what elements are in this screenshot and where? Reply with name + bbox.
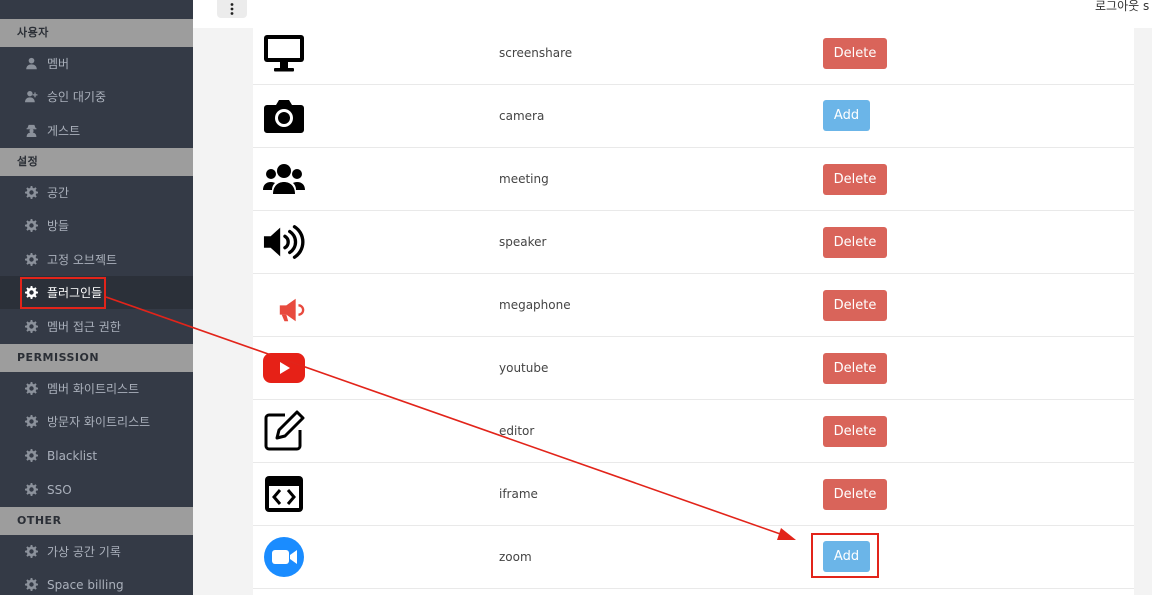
sidebar-item-sso[interactable]: SSO (0, 473, 193, 506)
section-header-permission: PERMISSION (0, 344, 193, 372)
plugin-name: zoom (499, 550, 532, 564)
table-row: speaker Delete (253, 211, 1134, 274)
table-row: iframe Delete (253, 463, 1134, 526)
user-plus-icon (25, 90, 38, 103)
table-row: zoom Add (253, 526, 1134, 589)
gear-icon (25, 253, 38, 266)
gear-icon (25, 219, 38, 232)
plugin-name: megaphone (499, 298, 571, 312)
plugin-name: youtube (499, 361, 549, 375)
section-header-settings: 설정 (0, 148, 193, 176)
camera-icon (263, 85, 305, 147)
gear-icon (25, 578, 38, 591)
sidebar-item-label: 멤버 (47, 57, 70, 71)
sidebar-item-pending[interactable]: 승인 대기중 (0, 80, 193, 113)
delete-button[interactable]: Delete (823, 479, 887, 510)
delete-button[interactable]: Delete (823, 38, 887, 69)
table-row: megaphone Delete (253, 274, 1134, 337)
gear-icon (25, 382, 38, 395)
sidebar-item-label: Blacklist (47, 448, 98, 463)
code-window-icon (263, 463, 305, 525)
sidebar-item-label: 공간 (47, 186, 70, 200)
sidebar-item-label: 가상 공간 기록 (47, 545, 121, 559)
annotation-box-plugins (20, 277, 106, 309)
table-row: editor Delete (253, 400, 1134, 463)
sidebar-item-space[interactable]: 공간 (0, 176, 193, 209)
sidebar-item-fixed-objects[interactable]: 고정 오브젝트 (0, 243, 193, 276)
sidebar-item-label: SSO (47, 482, 72, 497)
table-row: camera Add (253, 85, 1134, 148)
users-icon (263, 148, 305, 210)
sidebar-item-visitor-whitelist[interactable]: 방문자 화이트리스트 (0, 405, 193, 438)
sidebar-item-rooms[interactable]: 방들 (0, 209, 193, 242)
zoom-icon (263, 526, 305, 588)
user-secret-icon (25, 124, 38, 137)
sidebar-item-members[interactable]: 멤버 (0, 47, 193, 80)
delete-button[interactable]: Delete (823, 164, 887, 195)
gear-icon (25, 449, 38, 462)
megaphone-icon (263, 274, 305, 336)
sidebar-item-label: 승인 대기중 (47, 90, 107, 104)
table-row: youtube Delete (253, 337, 1134, 400)
youtube-icon (263, 337, 305, 399)
sidebar-item-member-whitelist[interactable]: 멤버 화이트리스트 (0, 372, 193, 405)
section-header-users: 사용자 (0, 19, 193, 47)
delete-button[interactable]: Delete (823, 353, 887, 384)
sidebar-item-label: 멤버 화이트리스트 (47, 382, 140, 396)
table-row: meeting Delete (253, 148, 1134, 211)
plugin-name: speaker (499, 235, 547, 249)
delete-button[interactable]: Delete (823, 290, 887, 321)
sidebar-item-member-access[interactable]: 멤버 접근 권한 (0, 310, 193, 343)
sidebar-item-space-billing[interactable]: Space billing (0, 568, 193, 595)
gear-icon (25, 545, 38, 558)
sidebar-item-label: 방들 (47, 219, 70, 233)
plugin-name: iframe (499, 487, 538, 501)
plugin-name: camera (499, 109, 545, 123)
plugins-table: screenshare Delete camera Add meeting De… (253, 22, 1134, 595)
edit-icon (263, 400, 305, 462)
gear-icon (25, 415, 38, 428)
plugin-name: meeting (499, 172, 549, 186)
gear-icon (25, 483, 38, 496)
more-menu-button[interactable] (217, 0, 247, 18)
sidebar-item-label: 멤버 접근 권한 (47, 320, 121, 334)
gear-icon (25, 186, 38, 199)
sidebar-item-label: 방문자 화이트리스트 (47, 415, 151, 429)
speaker-icon (263, 211, 305, 273)
sidebar-item-label: 고정 오브젝트 (47, 253, 118, 267)
desktop-icon (263, 22, 305, 84)
sidebar-item-space-records[interactable]: 가상 공간 기록 (0, 535, 193, 568)
add-button[interactable]: Add (823, 100, 870, 131)
gear-icon (25, 320, 38, 333)
sidebar-item-label: 게스트 (47, 124, 81, 138)
delete-button[interactable]: Delete (823, 416, 887, 447)
logout-link[interactable]: 로그아웃 s (1095, 0, 1149, 14)
sidebar-item-blacklist[interactable]: Blacklist (0, 439, 193, 472)
section-header-other: OTHER (0, 507, 193, 535)
user-icon (25, 57, 38, 70)
plugin-name: screenshare (499, 46, 573, 60)
sidebar-item-guests[interactable]: 게스트 (0, 114, 193, 147)
table-row: screenshare Delete (253, 22, 1134, 85)
delete-button[interactable]: Delete (823, 227, 887, 258)
plugin-name: editor (499, 424, 535, 438)
sidebar-item-label: Space billing (47, 577, 124, 592)
annotation-box-add-zoom (811, 533, 879, 578)
vertical-dots-icon (230, 3, 234, 15)
